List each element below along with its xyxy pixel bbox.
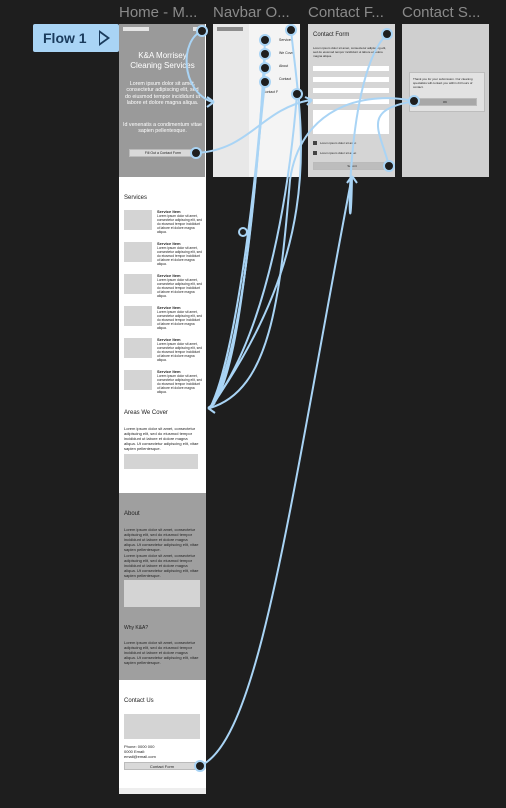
prototype-connectors: [185, 24, 420, 772]
hotspot-junction: [238, 227, 248, 237]
hotspot-nav-4: [259, 76, 271, 88]
hotspot-nav-2: [259, 48, 271, 60]
connector-nav-contact: [209, 81, 266, 409]
hotspot-menu: [196, 25, 208, 37]
connector-submit-to-success: [377, 100, 416, 167]
hotspot-ok: [408, 95, 420, 107]
connector-form-back: [348, 33, 388, 215]
connector-nav-services: [209, 39, 266, 409]
connector-menu-to-navbar: [185, 30, 213, 103]
hotspot-contact-button: [194, 760, 206, 772]
connector-nav-about: [209, 67, 266, 409]
hotspot-submit: [383, 160, 395, 172]
hotspot-nav-3: [259, 62, 271, 74]
hotspot-form-back: [381, 28, 393, 40]
connector-contact-to-form: [199, 175, 353, 767]
hotspot-nav-close: [285, 24, 297, 36]
hotspot-hero-button: [190, 147, 202, 159]
connector-nav-cover: [209, 53, 266, 409]
hotspot-nav-5: [291, 88, 303, 100]
hotspot-nav-1: [259, 34, 271, 46]
